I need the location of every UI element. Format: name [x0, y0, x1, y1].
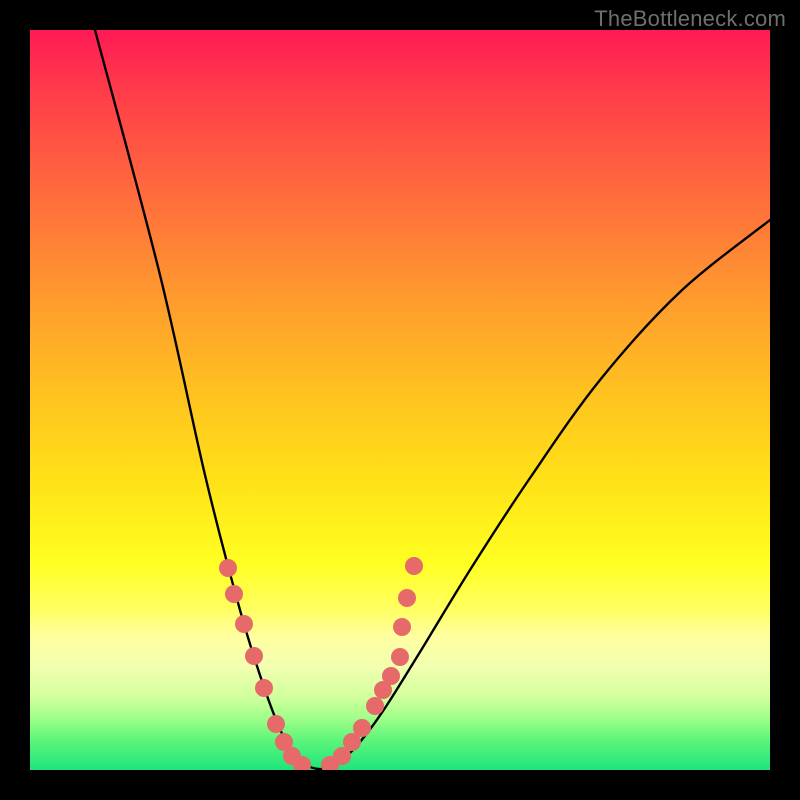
bottleneck-curve: [95, 30, 770, 769]
data-dot: [366, 697, 384, 715]
data-dot: [391, 648, 409, 666]
data-dot: [353, 719, 371, 737]
plot-area: [30, 30, 770, 770]
data-dot: [255, 679, 273, 697]
data-dot: [393, 618, 411, 636]
chart-frame: TheBottleneck.com: [0, 0, 800, 800]
data-dot: [405, 557, 423, 575]
dots-group: [219, 557, 423, 770]
watermark-text: TheBottleneck.com: [594, 6, 786, 32]
data-dot: [398, 589, 416, 607]
data-dot: [245, 647, 263, 665]
data-dot: [225, 585, 243, 603]
chart-svg: [30, 30, 770, 770]
data-dot: [219, 559, 237, 577]
data-dot: [382, 667, 400, 685]
data-dot: [267, 715, 285, 733]
data-dot: [235, 615, 253, 633]
